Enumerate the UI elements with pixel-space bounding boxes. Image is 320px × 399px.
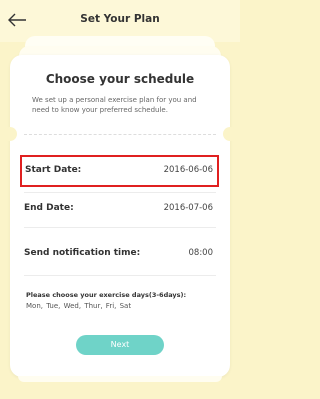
end-date-value[interactable]: 2016-07-06	[164, 203, 213, 213]
exercise-days-title: Please choose your exercise days(3-6days…	[26, 291, 187, 299]
start-date-row[interactable]: Start Date: 2016-06-06	[20, 155, 219, 187]
notification-time-label: Send notification time:	[24, 248, 141, 258]
card-heading: Choose your schedule	[45, 72, 195, 86]
card-subtitle: We set up a personal exercise plan for y…	[32, 96, 197, 114]
row-separator	[24, 275, 216, 276]
exercise-days-list[interactable]: Mon, Tue, Wed, Thur, Fri, Sat	[26, 302, 131, 310]
ticket-notch-left	[3, 127, 17, 141]
card-stack-bottom	[18, 376, 222, 382]
row-separator	[24, 227, 216, 228]
end-date-row[interactable]: End Date: 2016-07-06	[20, 193, 219, 225]
notification-time-value[interactable]: 08:00	[189, 248, 214, 258]
next-button[interactable]: Next	[76, 335, 164, 355]
end-date-label: End Date:	[24, 203, 74, 213]
start-date-value[interactable]: 2016-06-06	[164, 165, 213, 175]
page-title: Set Your Plan	[80, 13, 160, 25]
schedule-card: Choose your schedule We set up a persona…	[3, 55, 237, 377]
ticket-notch-right	[223, 127, 237, 141]
start-date-label: Start Date:	[25, 165, 82, 175]
dashed-divider	[24, 134, 216, 135]
notification-time-row[interactable]: Send notification time: 08:00	[20, 238, 219, 270]
